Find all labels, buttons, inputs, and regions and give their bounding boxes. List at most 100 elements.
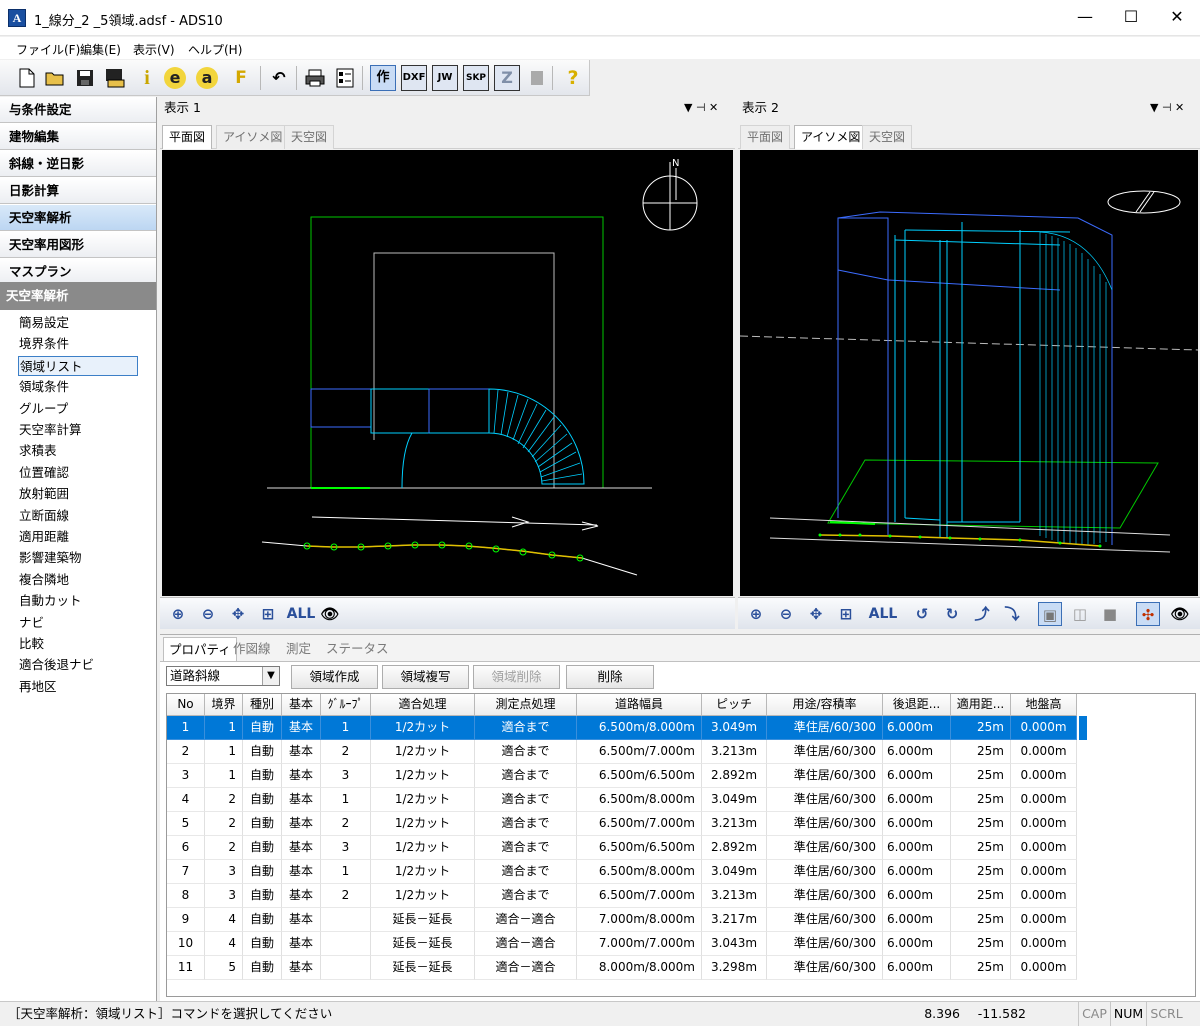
tab-status[interactable]: ステータス <box>321 637 394 661</box>
command-item[interactable]: 立断面線 <box>18 506 69 526</box>
command-item[interactable]: 自動カット <box>18 591 82 611</box>
delete-button[interactable]: 削除 <box>566 665 654 689</box>
zoom-window-icon[interactable]: ⊞ <box>256 602 280 626</box>
eye-icon[interactable]: 👁 <box>318 602 342 626</box>
command-item[interactable]: 比較 <box>18 634 44 654</box>
column-header[interactable]: ｸﾞﾙｰﾌﾟ <box>321 694 371 716</box>
command-item[interactable]: ナビ <box>18 613 44 633</box>
zoom-out-icon[interactable]: ⊖ <box>196 602 220 626</box>
undo-icon[interactable]: ↶ <box>266 65 292 91</box>
help-icon[interactable]: ? <box>560 65 586 91</box>
create-region-button[interactable]: 領域作成 <box>291 665 378 689</box>
menu-view[interactable]: 表示(V) <box>133 41 175 58</box>
chevron-down-icon[interactable]: ▼ <box>262 667 279 685</box>
category-shasen[interactable]: 斜線・逆日影 <box>0 151 156 177</box>
region-type-select[interactable]: 道路斜線 ▼ <box>166 666 280 686</box>
dxf-button[interactable]: DXF <box>401 65 427 91</box>
column-header[interactable]: 地盤高 <box>1011 694 1077 716</box>
category-tenkuritsu-zukei[interactable]: 天空率用図形 <box>0 232 156 258</box>
view2-tab-plan[interactable]: 平面図 <box>740 125 791 149</box>
column-header[interactable]: 適合処理 <box>371 694 475 716</box>
category-building-edit[interactable]: 建物編集 <box>0 124 156 150</box>
tab-property[interactable]: プロパティ <box>163 637 237 661</box>
close-button[interactable]: ✕ <box>1154 0 1200 36</box>
column-header[interactable]: No <box>167 694 205 716</box>
view2-tab-isometric[interactable]: アイソメ図 <box>794 125 868 149</box>
print-icon[interactable] <box>302 65 328 91</box>
command-item[interactable]: 境界条件 <box>18 334 69 354</box>
command-item[interactable]: 簡易設定 <box>18 313 69 333</box>
copy-region-button[interactable]: 領域複写 <box>382 665 469 689</box>
z-button[interactable]: Z <box>494 65 520 91</box>
open-folder-icon[interactable] <box>42 65 68 91</box>
table-row[interactable]: 5 2 自動 基本 2 1/2カット 適合まで 6.500m/7.000m 3.213m 準住居/… <box>167 812 1079 836</box>
command-item[interactable]: 領域条件 <box>18 377 69 397</box>
command-item[interactable]: 適用距離 <box>18 527 69 547</box>
category-tenkuritsu[interactable]: 天空率解析 <box>0 205 156 231</box>
rotate-right-icon[interactable]: ↻ <box>940 602 964 626</box>
zoom-in-icon[interactable]: ⊕ <box>166 602 190 626</box>
command-item[interactable]: 適合後退ナビ <box>18 655 94 675</box>
menu-edit[interactable]: 編集(E) <box>80 41 121 58</box>
column-header[interactable]: 適用距... <box>951 694 1011 716</box>
view1-plan-canvas[interactable]: N <box>162 150 733 596</box>
table-row[interactable]: 4 2 自動 基本 1 1/2カット 適合まで 6.500m/8.000m 3.049m 準住居/… <box>167 788 1079 812</box>
view1-pane-controls[interactable]: ▼ ⊣ ✕ <box>684 97 718 119</box>
column-header[interactable]: ピッチ <box>702 694 767 716</box>
column-header[interactable]: 境界 <box>205 694 243 716</box>
rotate-up-icon[interactable]: ⤴ <box>970 602 994 626</box>
view2-isometric-canvas[interactable] <box>739 150 1199 596</box>
column-header[interactable]: 種別 <box>243 694 282 716</box>
e-icon[interactable]: e <box>164 67 186 89</box>
category-yojoken[interactable]: 与条件設定 <box>0 97 156 123</box>
tab-measure[interactable]: 測定 <box>281 637 316 661</box>
minimize-button[interactable]: — <box>1062 0 1108 36</box>
table-row[interactable]: 2 1 自動 基本 2 1/2カット 適合まで 6.500m/7.000m 3.213m 準住居/… <box>167 740 1079 764</box>
view2-tab-sky[interactable]: 天空図 <box>862 125 913 149</box>
rotate-down-icon[interactable]: ⤵ <box>1000 602 1024 626</box>
column-header[interactable]: 用途/容積率 <box>767 694 883 716</box>
zoom-out-icon[interactable]: ⊖ <box>774 602 798 626</box>
orbit-icon[interactable]: ✣ <box>1136 602 1160 626</box>
command-item[interactable]: 放射範囲 <box>18 484 69 504</box>
command-item[interactable]: 位置確認 <box>18 463 69 483</box>
zoom-window-icon[interactable]: ⊞ <box>834 602 858 626</box>
table-row[interactable]: 1 1 自動 基本 1 1/2カット 適合まで 6.500m/8.000m 3.049m 準住居/… <box>167 716 1079 740</box>
column-header[interactable]: 後退距... <box>883 694 951 716</box>
menu-file[interactable]: ファイル(F) <box>16 41 80 58</box>
save-rn-icon[interactable] <box>102 65 128 91</box>
view1-tab-plan[interactable]: 平面図 <box>162 125 213 149</box>
draw-mode-button[interactable]: 作 <box>370 65 396 91</box>
table-row[interactable]: 8 3 自動 基本 2 1/2カット 適合まで 6.500m/7.000m 3.213m 準住居/… <box>167 884 1079 908</box>
zoom-all-button[interactable]: ALL <box>286 602 316 626</box>
skp-button[interactable]: SKP <box>463 65 489 91</box>
category-hikage[interactable]: 日影計算 <box>0 178 156 204</box>
zoom-all-button[interactable]: ALL <box>868 602 898 626</box>
column-header[interactable]: 道路幅員 <box>577 694 702 716</box>
tab-drawing-lines[interactable]: 作図線 <box>228 637 276 661</box>
new-file-icon[interactable] <box>14 65 40 91</box>
region-list-table[interactable]: No 境界 種別 基本 ｸﾞﾙｰﾌﾟ 適合処理 測定点処理 道路幅員 ピッチ 用途/容積率 後退距.… <box>166 693 1196 997</box>
delete-region-button[interactable]: 領域削除 <box>473 665 560 689</box>
eye-icon[interactable]: 👁 <box>1168 602 1192 626</box>
command-item[interactable]: 影響建築物 <box>18 548 82 568</box>
menu-help[interactable]: ヘルプ(H) <box>188 41 242 58</box>
table-row[interactable]: 3 1 自動 基本 3 1/2カット 適合まで 6.500m/6.500m 2.892m 準住居/… <box>167 764 1079 788</box>
shaded-cube-icon[interactable]: ■ <box>1098 602 1122 626</box>
a-icon[interactable]: a <box>196 67 218 89</box>
building-icon[interactable] <box>524 65 550 91</box>
command-item[interactable]: 再地区 <box>18 677 57 697</box>
command-item[interactable]: 天空率計算 <box>18 420 82 440</box>
jw-button[interactable]: JW <box>432 65 458 91</box>
command-item[interactable]: 領域リスト <box>18 355 138 376</box>
command-item[interactable]: 求積表 <box>18 441 57 461</box>
wireframe-cube-icon[interactable]: ▣ <box>1038 602 1062 626</box>
rotate-left-icon[interactable]: ↺ <box>910 602 934 626</box>
save-icon[interactable] <box>72 65 98 91</box>
table-row[interactable]: 6 2 自動 基本 3 1/2カット 適合まで 6.500m/6.500m 2.892m 準住居/… <box>167 836 1079 860</box>
view2-pane-controls[interactable]: ▼ ⊣ ✕ <box>1150 97 1184 119</box>
table-row[interactable]: 11 5 自動 基本 延長－延長 適合－適合 8.000m/8.000m 3.298m 準住居/… <box>167 956 1079 980</box>
f-icon[interactable]: F <box>228 65 254 91</box>
info-icon[interactable]: i <box>134 65 160 91</box>
command-item[interactable]: 複合隣地 <box>18 570 69 590</box>
